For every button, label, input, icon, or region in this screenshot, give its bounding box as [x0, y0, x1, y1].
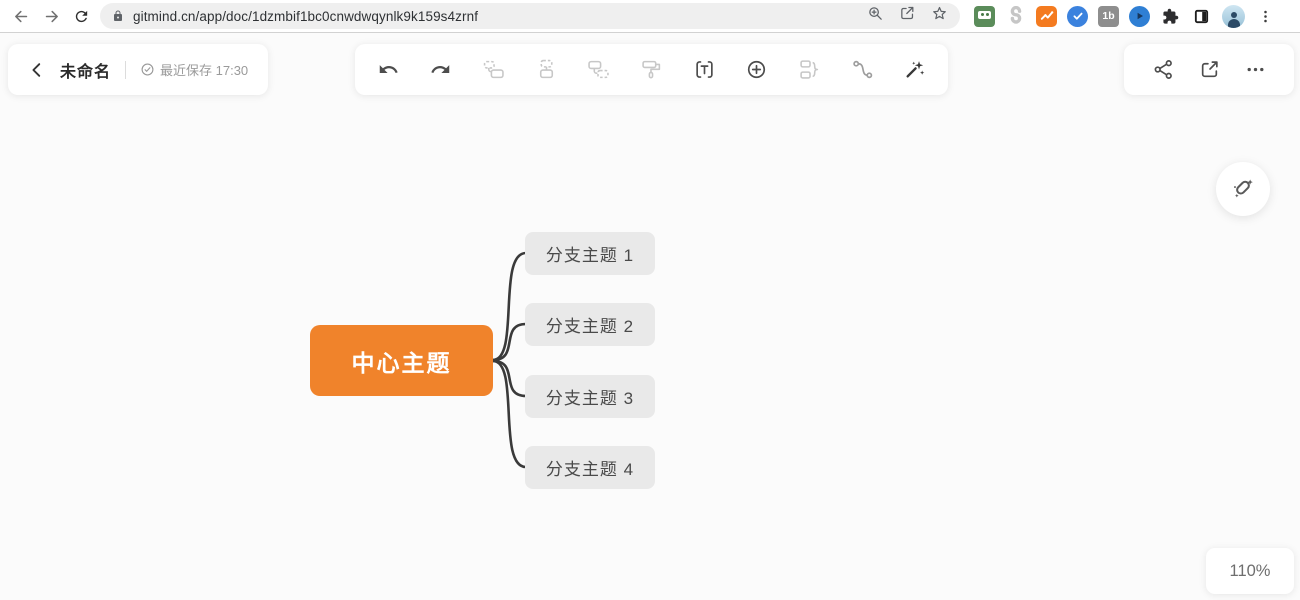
- central-topic-label: 中心主题: [351, 349, 452, 376]
- insert-parent-node-icon: [483, 60, 504, 79]
- chart-line-glyph: [1040, 11, 1053, 20]
- format-painter-icon: [642, 60, 661, 79]
- insert-plus-button[interactable]: [744, 57, 770, 83]
- play-glyph: [1137, 12, 1143, 20]
- profile-avatar[interactable]: [1222, 4, 1245, 28]
- label-button[interactable]: [691, 57, 717, 83]
- chevron-left-icon: [32, 62, 41, 77]
- send-extension-icon[interactable]: [1129, 5, 1150, 27]
- magic-wand-button[interactable]: [902, 57, 928, 83]
- back-to-docs-button[interactable]: [24, 57, 50, 83]
- save-status: 最近保存 17:30: [140, 60, 248, 79]
- document-header-card: 未命名 最近保存 17:30: [8, 44, 268, 95]
- insert-child-node-button[interactable]: [586, 57, 612, 83]
- central-topic-node[interactable]: 中心主题: [310, 325, 493, 396]
- half-square-glyph: [1194, 9, 1209, 23]
- lock-icon: [114, 10, 122, 21]
- check-circle-icon: [141, 63, 154, 76]
- share-button[interactable]: [1150, 57, 1176, 83]
- zoom-level-indicator[interactable]: 110%: [1206, 548, 1294, 594]
- check-badge-extension-icon[interactable]: [1067, 5, 1088, 27]
- extensions-puzzle-button[interactable]: [1160, 6, 1181, 27]
- branch-label: 分支主题 4: [545, 460, 635, 479]
- back-icon: [14, 10, 27, 22]
- bookmark-button[interactable]: [931, 5, 948, 27]
- forward-icon: [45, 10, 58, 22]
- share-page-button[interactable]: [899, 5, 916, 27]
- redo-icon: [431, 65, 450, 73]
- robot-face: [978, 10, 991, 19]
- forward-button[interactable]: [36, 2, 66, 30]
- label-icon: [695, 61, 713, 78]
- undo-icon: [379, 65, 398, 73]
- insert-sibling-node-button[interactable]: [533, 57, 559, 83]
- zoom-level-text: 110%: [1229, 561, 1271, 580]
- branch-node-3[interactable]: 分支主题 3: [525, 375, 655, 418]
- style-brush-icon: [1234, 179, 1253, 198]
- bookmark-star-icon: [933, 6, 946, 20]
- zoom-in-button[interactable]: [867, 5, 884, 27]
- branch-node-2[interactable]: 分支主题 2: [525, 303, 655, 346]
- summary-icon: [800, 60, 819, 79]
- document-title[interactable]: 未命名: [60, 58, 111, 82]
- share-page-icon: [901, 6, 914, 20]
- branch-label: 分支主题 2: [545, 317, 635, 336]
- format-painter-button[interactable]: [638, 57, 664, 83]
- mindmap-canvas[interactable]: 中心主题 分支主题 1 分支主题 2 分支主题 3 分支主题 4 未命名 最近保…: [0, 33, 1300, 600]
- roboform-extension-icon[interactable]: [974, 5, 995, 27]
- browser-toolbar: gitmind.cn/app/doc/1dzmbif1bc0cnwdwqynlk…: [0, 0, 1300, 33]
- magic-wand-icon: [906, 61, 925, 78]
- puzzle-icon: [1163, 8, 1179, 24]
- reload-button[interactable]: [66, 2, 96, 30]
- branch-label: 分支主题 1: [545, 246, 635, 265]
- more-options-button[interactable]: [1242, 57, 1268, 83]
- branch-node-4[interactable]: 分支主题 4: [525, 446, 655, 489]
- check-glyph: [1073, 12, 1082, 20]
- relation-line-button[interactable]: [849, 57, 875, 83]
- extensions-area: 1b: [974, 4, 1276, 28]
- summary-button[interactable]: [797, 57, 823, 83]
- browser-menu-button[interactable]: [1255, 6, 1276, 27]
- reload-icon: [75, 10, 87, 22]
- zoom-in-icon: [869, 7, 882, 20]
- redo-button[interactable]: [428, 57, 454, 83]
- url-text: gitmind.cn/app/doc/1dzmbif1bc0cnwdwqynlk…: [133, 8, 479, 24]
- divider: [125, 60, 127, 79]
- relation-line-icon: [852, 60, 872, 79]
- editor-toolbar-card: [355, 44, 948, 95]
- branch-label: 分支主题 3: [545, 389, 635, 408]
- avatar-figure: [1231, 11, 1237, 18]
- analytics-extension-icon[interactable]: [1036, 5, 1057, 27]
- insert-sibling-node-icon: [539, 59, 553, 79]
- export-button[interactable]: [1196, 57, 1222, 83]
- avatar-figure-body: [1228, 18, 1240, 28]
- share-nodes-icon: [1154, 60, 1172, 79]
- address-bar[interactable]: gitmind.cn/app/doc/1dzmbif1bc0cnwdwqynlk…: [100, 3, 960, 29]
- more-icon: [1247, 67, 1263, 72]
- 1b-badge-text: 1b: [1102, 10, 1115, 22]
- save-status-text: 最近保存 17:30: [160, 63, 249, 78]
- insert-parent-node-button[interactable]: [480, 57, 506, 83]
- style-panel-button[interactable]: [1216, 162, 1270, 216]
- insert-plus-icon: [748, 60, 766, 79]
- s-logo-extension-icon[interactable]: [1005, 6, 1026, 27]
- insert-child-node-icon: [588, 60, 609, 79]
- 1b-extension-icon[interactable]: 1b: [1098, 5, 1119, 27]
- kebab-menu-icon: [1264, 10, 1267, 22]
- export-icon: [1201, 61, 1218, 78]
- branch-node-1[interactable]: 分支主题 1: [525, 232, 655, 275]
- share-toolbar-card: [1124, 44, 1294, 95]
- s-swirl-glyph: [1010, 6, 1021, 24]
- reader-panel-extension-icon[interactable]: [1191, 6, 1212, 27]
- undo-button[interactable]: [375, 57, 401, 83]
- back-button[interactable]: [6, 2, 36, 30]
